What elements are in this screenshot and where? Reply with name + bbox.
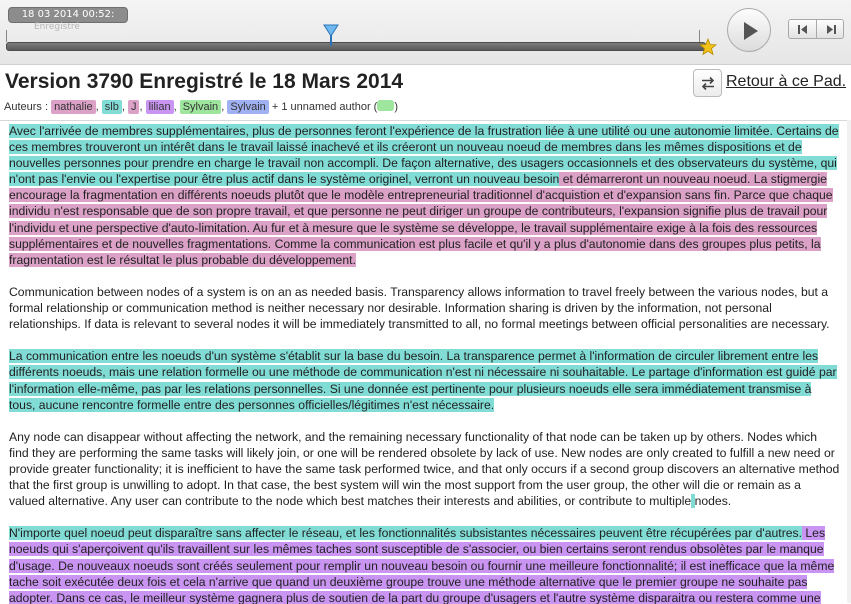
unnamed-authors-close: ) [394,101,399,113]
step-forward-button[interactable] [815,20,844,38]
paragraph: Avec l'arrivée de membres supplémentaire… [9,123,840,268]
star-icon[interactable] [698,37,718,56]
pad-document: Avec l'arrivée de membres supplémentaire… [0,120,851,604]
swap-arrows-icon [701,76,715,91]
return-to-pad-button[interactable] [693,69,722,97]
step-forward-icon [826,25,836,34]
timestamp-subtitle: Enregistré [34,22,80,32]
pad-content: Avec l'arrivée de membres supplémentaire… [9,123,840,604]
step-back-icon [798,25,807,34]
authors-label: Auteurs : [4,101,49,113]
step-back-button[interactable] [789,20,816,38]
timestamp-display: 18 03 2014 00:52: [8,7,128,23]
return-to-pad-link[interactable]: Retour à ce Pad. [726,73,846,91]
step-controls [788,19,844,39]
author-chip: J [127,100,140,114]
paragraph: La communication entre les noeuds d'un s… [9,348,840,412]
paragraph: Any node can disappear without affecting… [9,429,840,509]
paragraph: Communication between nodes of a system … [9,284,840,332]
play-icon [744,22,758,40]
authors-list: Auteurs : nathalie, slb, J, lilian, Sylv… [4,100,399,114]
author-highlight: et démarreront un nouveau noeud. La stig… [9,172,833,267]
play-button[interactable] [727,8,771,52]
author-chip: Sylvain [179,100,222,114]
author-highlight: N'importe quel noeud peut disparaître sa… [9,526,803,541]
paragraph-text: Communication between nodes of a system … [9,284,830,332]
unnamed-authors-text: + 1 unnamed author ( [271,101,378,113]
unnamed-author-swatch [377,100,395,111]
slider-handle-icon[interactable] [323,24,339,46]
revision-title: Version 3790 Enregistré le 18 Mars 2014 [5,70,404,93]
timeslider-bar: 18 03 2014 00:52: Enregistré [0,0,851,65]
paragraph: N'importe quel noeud peut disparaître sa… [9,525,840,604]
track-start-tick [6,30,7,42]
timeslider-track[interactable] [6,42,706,51]
paragraph-text: nodes. [694,494,732,509]
author-chip: nathalie [51,100,96,114]
author-chip: slb [101,100,122,114]
author-chip: Sylvain [227,100,269,114]
author-chip: lilian [145,100,174,114]
document-scrollbar[interactable] [847,120,851,603]
author-highlight: La communication entre les noeuds d'un s… [9,349,837,412]
